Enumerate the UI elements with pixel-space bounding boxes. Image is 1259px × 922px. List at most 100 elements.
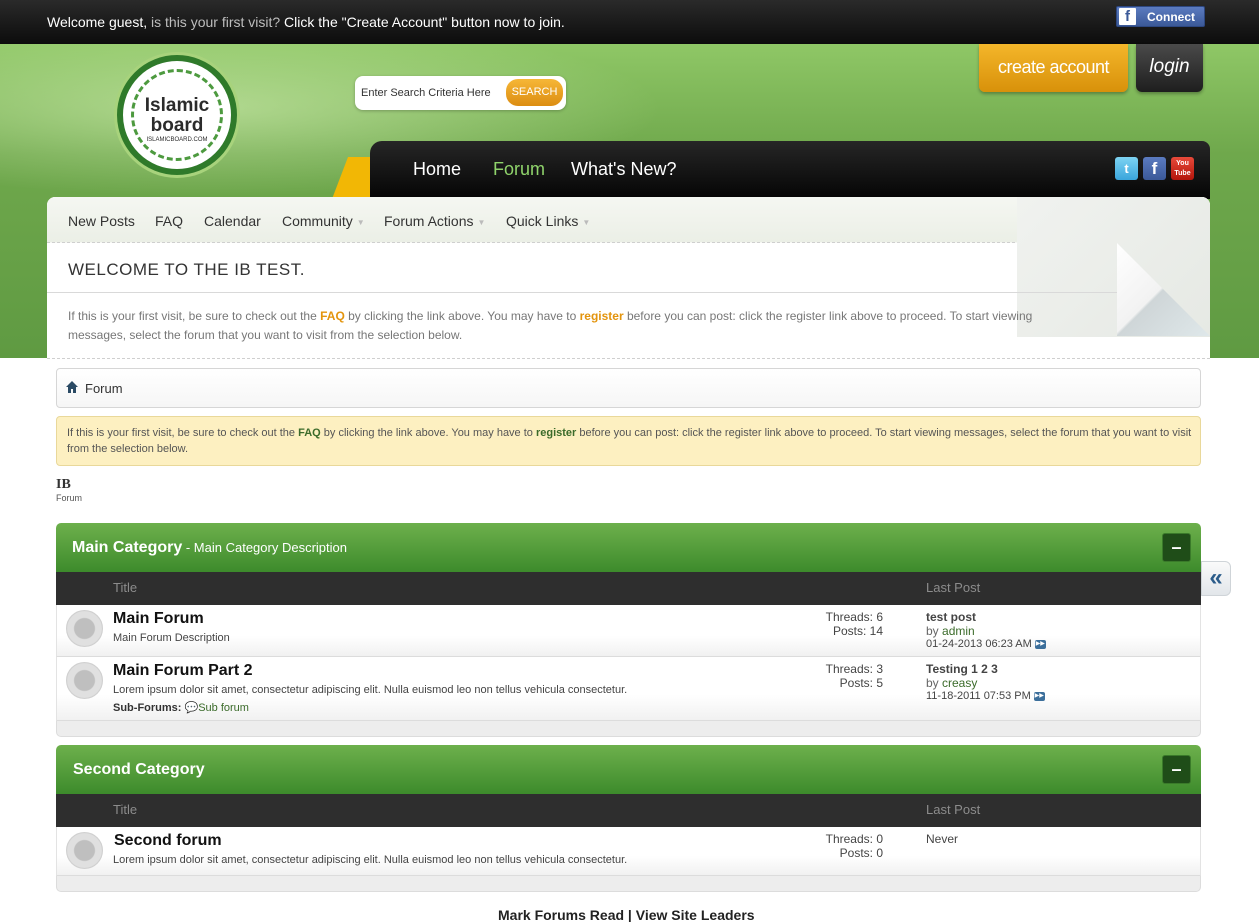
collapse-icon[interactable]: – [1162, 755, 1191, 784]
forum-post-count: Posts: 0 [839, 846, 883, 860]
nav-forum[interactable]: Forum [493, 159, 545, 180]
notice-text-2: by clicking the link above. You may have… [320, 427, 536, 439]
notice-register-link[interactable]: register [536, 427, 576, 439]
logo-text-islamic: Islamic [144, 95, 210, 116]
forum-thread-count: Threads: 3 [825, 662, 883, 676]
last-post-by-prefix: by [926, 676, 943, 690]
search-button[interactable]: SEARCH [506, 79, 563, 106]
last-post-date-text: 01-24-2013 06:23 AM [926, 638, 1032, 650]
dashed-divider [47, 358, 1210, 359]
notice-text: If this is your first visit, be sure to … [67, 425, 1192, 457]
chevron-down-icon: ▼ [582, 217, 591, 227]
last-post-date: 01-24-2013 06:23 AM ▶▶ [926, 638, 1046, 650]
subnav-community-label: Community [282, 213, 353, 229]
chevron-down-icon: ▼ [477, 217, 486, 227]
welcome-message: Welcome guest, is this your first visit?… [47, 14, 565, 30]
forum-title-main-forum-part-2[interactable]: Main Forum Part 2 [113, 662, 253, 680]
nav-whats-new[interactable]: What's New? [571, 159, 676, 180]
notice-faq-link[interactable]: FAQ [298, 427, 321, 439]
forum-row-second-forum [56, 827, 1201, 876]
nav-home[interactable]: Home [413, 159, 461, 180]
subnav-calendar[interactable]: Calendar [204, 213, 261, 229]
forum-post-count: Posts: 5 [839, 676, 883, 690]
register-link[interactable]: register [580, 309, 624, 323]
speech-bubble-icon: 💬 [184, 702, 199, 714]
youtube-text-you: You [1176, 160, 1189, 167]
category-description: - Main Category Description [182, 540, 347, 555]
youtube-icon[interactable]: You Tube [1171, 157, 1194, 180]
last-post-date: 11-18-2011 07:53 PM ▶▶ [926, 690, 1045, 702]
site-logo[interactable]: Islamic board ISLAMICBOARD.COM [117, 55, 237, 175]
subforums-label: Sub-Forums: [113, 702, 182, 714]
view-site-leaders-link[interactable]: View Site Leaders [636, 907, 755, 922]
last-post-user[interactable]: admin [942, 624, 975, 638]
facebook-connect-label: Connect [1147, 10, 1195, 24]
breadcrumb [56, 368, 1201, 408]
site-heading-title: IB [56, 477, 71, 492]
divider [47, 292, 1117, 293]
forum-title-main-forum[interactable]: Main Forum [113, 610, 204, 628]
intro-text-2: by clicking the link above. You may have… [344, 309, 580, 323]
last-post-by: by creasy [926, 676, 977, 690]
forum-thread-count: Threads: 6 [825, 610, 883, 624]
footer-separator: | [624, 907, 636, 922]
logo-text-board: board [150, 115, 204, 136]
twitter-icon[interactable]: t [1115, 157, 1138, 180]
faq-link[interactable]: FAQ [320, 309, 345, 323]
mark-forums-read-link[interactable]: Mark Forums Read [498, 907, 624, 922]
last-post-title[interactable]: test post [926, 610, 976, 624]
category-footer [56, 876, 1201, 892]
goto-last-post-icon[interactable]: ▶▶ [1033, 691, 1045, 701]
subnav-quick-links-label: Quick Links [506, 213, 579, 229]
subnav-new-posts[interactable]: New Posts [68, 213, 135, 229]
last-post-user[interactable]: creasy [942, 676, 977, 690]
create-account-button[interactable]: create account [979, 44, 1128, 92]
subnav-forum-actions-label: Forum Actions [384, 213, 474, 229]
login-button[interactable]: login [1136, 44, 1203, 92]
subnav-quick-links[interactable]: Quick Links ▼ [506, 213, 590, 229]
category-header-second [56, 745, 1201, 795]
facebook-connect-button[interactable]: f Connect [1116, 6, 1205, 27]
breadcrumb-forum[interactable]: Forum [85, 381, 123, 396]
goto-last-post-icon[interactable]: ▶▶ [1034, 639, 1046, 649]
welcome-first-visit: is this your first visit? [147, 14, 281, 30]
subforum-link[interactable]: Sub forum [198, 702, 249, 714]
category-title-second[interactable]: Second Category [73, 761, 205, 779]
subnav-forum-actions[interactable]: Forum Actions ▼ [384, 213, 485, 229]
forum-description: Lorem ipsum dolor sit amet, consectetur … [113, 684, 628, 696]
notice-text-1: If this is your first visit, be sure to … [67, 427, 299, 439]
subforums-list: Sub-Forums: 💬Sub forum [113, 701, 249, 714]
column-last-post: Last Post [926, 802, 981, 817]
collapse-icon[interactable]: – [1162, 533, 1191, 562]
double-chevron-left-icon[interactable]: « [1201, 561, 1231, 596]
intro-text-1: If this is your first visit, be sure to … [68, 309, 321, 323]
category-title-main[interactable]: Main Category - Main Category Descriptio… [72, 539, 347, 557]
subnav-faq[interactable]: FAQ [155, 213, 183, 229]
last-post-never: Never [926, 832, 959, 846]
forum-status-icon [66, 832, 103, 869]
facebook-icon[interactable]: f [1143, 157, 1166, 180]
forum-column-header [56, 572, 1201, 605]
welcome-cta: Click the "Create Account" button now to… [280, 14, 565, 30]
site-heading-subtitle: Forum [56, 493, 83, 503]
column-title: Title [113, 802, 138, 817]
youtube-text-tube: Tube [1174, 170, 1191, 177]
column-title: Title [113, 580, 138, 595]
forum-thread-count: Threads: 0 [825, 832, 883, 846]
search-input[interactable] [361, 84, 501, 102]
forum-description: Main Forum Description [113, 632, 230, 644]
home-icon[interactable] [66, 381, 78, 393]
category-footer [56, 721, 1201, 737]
welcome-intro-text: If this is your first visit, be sure to … [68, 307, 1068, 345]
forum-title-second-forum[interactable]: Second forum [114, 832, 222, 850]
column-last-post: Last Post [926, 580, 981, 595]
logo-text-domain: ISLAMICBOARD.COM [146, 137, 208, 143]
last-post-title[interactable]: Testing 1 2 3 [926, 662, 998, 676]
forum-post-count: Posts: 14 [832, 624, 883, 638]
welcome-title: WELCOME TO THE IB TEST. [68, 260, 305, 279]
category-title-main-label: Main Category [72, 539, 183, 556]
welcome-guest: Welcome guest, [47, 14, 148, 30]
last-post-by: by admin [926, 624, 975, 638]
footer-links: Mark Forums Read | View Site Leaders [498, 907, 755, 922]
subnav-community[interactable]: Community ▼ [282, 213, 365, 229]
